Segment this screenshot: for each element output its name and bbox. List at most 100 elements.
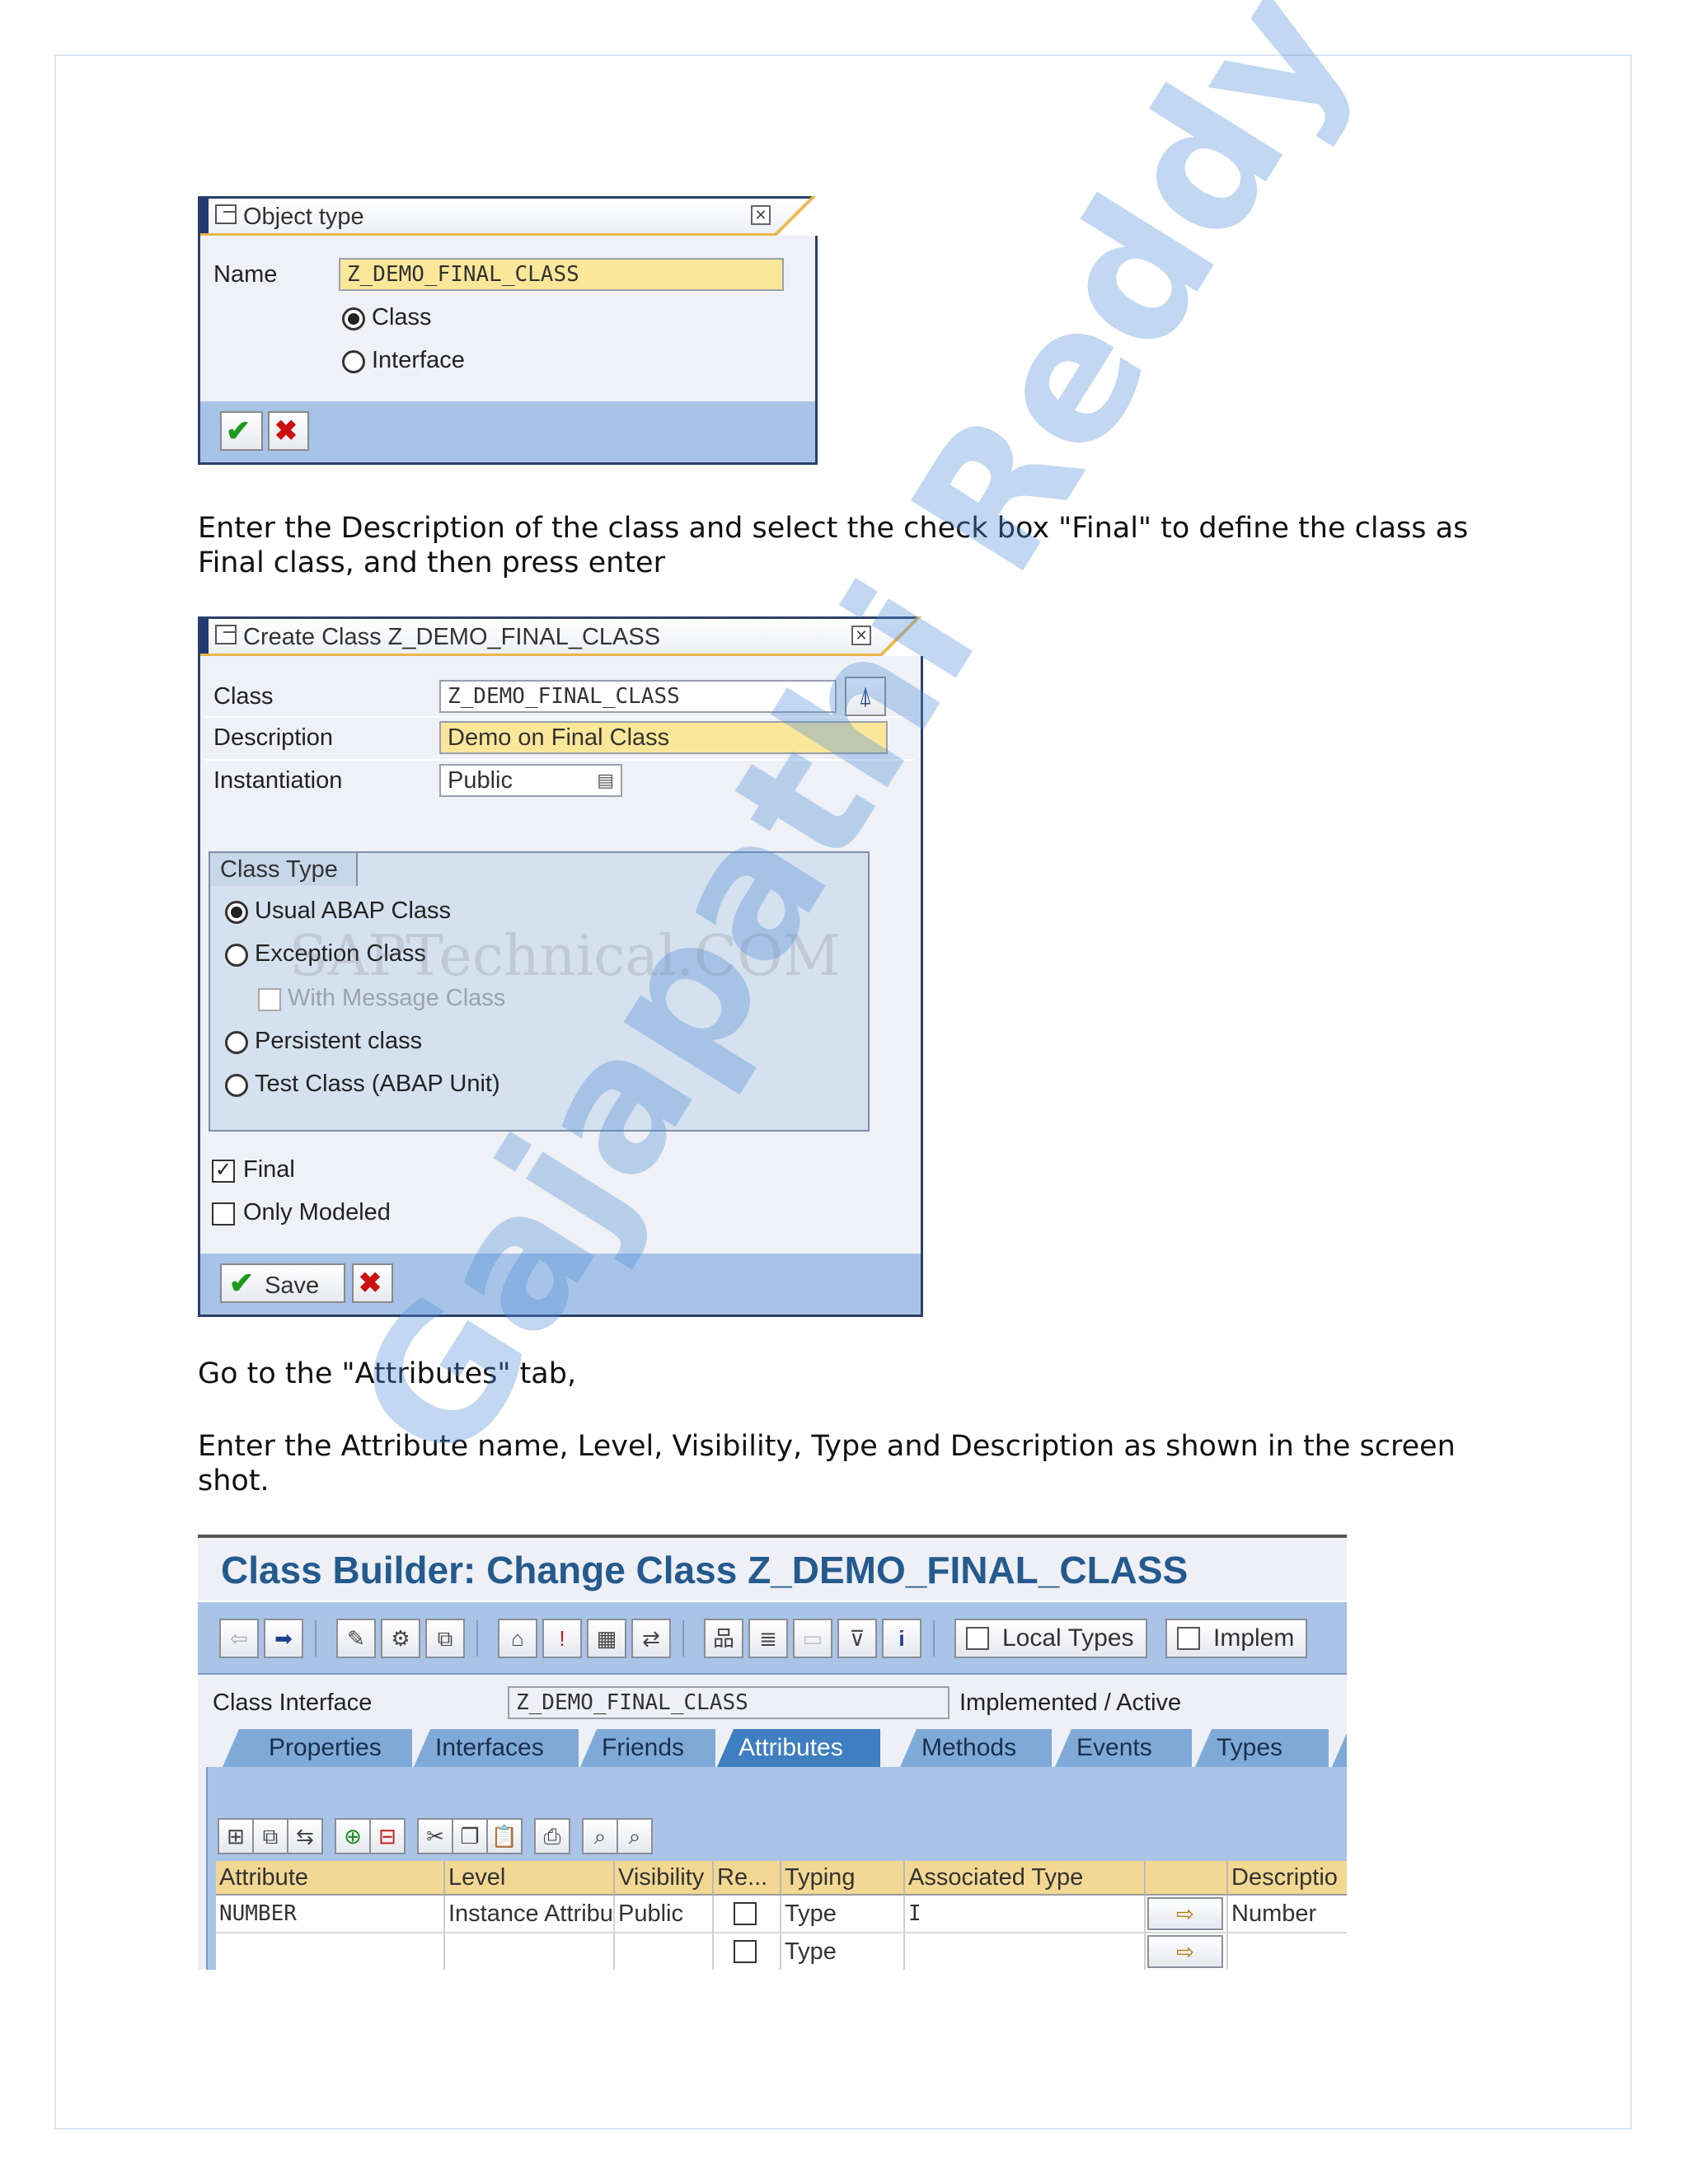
table-cell[interactable]: ⇨: [1146, 1896, 1228, 1933]
info-marker-icon[interactable]: !: [542, 1619, 582, 1658]
paste-icon[interactable]: 📋: [486, 1818, 523, 1854]
display-change-icon[interactable]: ✎: [336, 1619, 376, 1658]
dialog-title: Create Class Z_DEMO_FINAL_CLASS: [243, 624, 661, 650]
dialog-window-icon: [215, 204, 237, 224]
class-radio-label: Class: [372, 304, 432, 330]
column-header[interactable]: Descriptio: [1228, 1861, 1347, 1896]
class-interface-input[interactable]: Z_DEMO_FINAL_CLASS: [508, 1686, 950, 1719]
table-cell[interactable]: Type: [781, 1896, 905, 1933]
filter-icon[interactable]: ⊽: [837, 1619, 877, 1658]
exception-class-radio[interactable]: [225, 944, 248, 967]
cancel-button[interactable]: ✖: [268, 411, 309, 451]
tab-interfaces[interactable]: Interfaces: [414, 1729, 579, 1767]
copy-icon[interactable]: ❐: [452, 1818, 488, 1854]
final-checkbox[interactable]: ✓: [212, 1160, 235, 1183]
class-builder-screen: Class Builder: Change Class Z_DEMO_FINAL…: [198, 1535, 1347, 1970]
copy-row-icon[interactable]: ⧉: [252, 1818, 288, 1854]
test-class-radio[interactable]: [225, 1074, 248, 1097]
table-cell[interactable]: Number: [1228, 1896, 1347, 1933]
table-cell[interactable]: [445, 1933, 615, 1970]
table-cell[interactable]: [615, 1933, 714, 1970]
column-header[interactable]: Visibility: [615, 1861, 714, 1896]
tab-properties[interactable]: Properties: [223, 1729, 412, 1767]
instantiation-label: Instantiation: [213, 767, 343, 794]
where-used-icon[interactable]: ⌂: [498, 1619, 537, 1658]
forward-arrow-icon[interactable]: ➡: [264, 1619, 303, 1658]
interface-radio[interactable]: [342, 350, 365, 373]
display-object-list-icon[interactable]: ▦: [587, 1619, 626, 1658]
column-header[interactable]: Level: [445, 1861, 615, 1896]
confirm-button[interactable]: ✔: [220, 411, 263, 451]
move-icon[interactable]: ⇆: [287, 1818, 323, 1854]
dialog-title: Object type: [243, 204, 364, 230]
class-radio[interactable]: [342, 307, 365, 330]
table-cell[interactable]: Type: [781, 1933, 905, 1970]
class-builder-title: Class Builder: Change Class Z_DEMO_FINAL…: [221, 1549, 1189, 1591]
column-header[interactable]: Associated Type: [905, 1861, 1146, 1896]
arrow-right-icon[interactable]: ⇨: [1147, 1897, 1223, 1930]
cut-icon[interactable]: ✂: [417, 1818, 453, 1854]
blank-disabled-icon[interactable]: ▭: [793, 1619, 832, 1658]
name-input[interactable]: Z_DEMO_FINAL_CLASS: [339, 258, 784, 291]
only-modeled-label: Only Modeled: [243, 1199, 391, 1226]
navigate-icon[interactable]: ⇄: [631, 1619, 671, 1658]
status-text: Implemented / Active: [959, 1690, 1182, 1716]
persistent-class-radio[interactable]: [225, 1031, 248, 1054]
local-types-button[interactable]: Local Types: [954, 1619, 1147, 1658]
insert-row-icon[interactable]: ⊞: [218, 1818, 254, 1854]
table-cell[interactable]: Public: [615, 1896, 714, 1933]
with-message-class-checkbox[interactable]: [258, 988, 281, 1011]
usual-abap-class-label: Usual ABAP Class: [255, 898, 452, 924]
back-arrow-icon[interactable]: ⇦: [219, 1619, 259, 1658]
column-header[interactable]: [1146, 1861, 1228, 1896]
instruction-paragraph-3: Enter the Attribute name, Level, Visibil…: [198, 1430, 1456, 1497]
append-row-icon[interactable]: ⊕: [335, 1818, 371, 1854]
tab-friends[interactable]: Friends: [580, 1729, 715, 1767]
tab-types[interactable]: Types: [1195, 1729, 1329, 1767]
table-cell[interactable]: NUMBER: [216, 1896, 445, 1933]
instantiation-select[interactable]: Public ▤: [439, 764, 622, 797]
hierarchy-icon[interactable]: 品: [704, 1619, 743, 1658]
table-cell[interactable]: Instance Attribu: [445, 1896, 615, 1933]
name-label: Name: [213, 261, 278, 288]
delete-row-icon[interactable]: ⊟: [369, 1818, 406, 1854]
column-header[interactable]: Attribute: [216, 1861, 445, 1896]
object-type-dialog: Object type ✕ Name Z_DEMO_FINAL_CLASS Cl…: [198, 196, 818, 465]
print-icon[interactable]: ⎙: [534, 1818, 570, 1854]
tab-methods[interactable]: Methods: [900, 1729, 1052, 1767]
dialog-footer: ✔ ✖: [200, 401, 815, 462]
arrow-right-icon[interactable]: ⇨: [1147, 1935, 1223, 1968]
column-header[interactable]: Typing: [781, 1861, 905, 1896]
read-only-checkbox[interactable]: [734, 1902, 757, 1925]
table-cell[interactable]: [1228, 1933, 1347, 1970]
implementation-button[interactable]: Implem: [1165, 1619, 1308, 1658]
table-cell[interactable]: [714, 1896, 781, 1933]
table-cell[interactable]: ⇨: [1146, 1933, 1228, 1970]
table-cell[interactable]: I: [905, 1896, 1146, 1933]
find-icon[interactable]: ⌕: [582, 1818, 618, 1854]
class-label: Class: [213, 683, 274, 710]
tab-events[interactable]: Events: [1055, 1729, 1192, 1767]
activate-icon[interactable]: ⧉: [425, 1619, 465, 1658]
checkmark-icon: ✔: [228, 1266, 255, 1300]
checkmark-icon: ✔: [225, 414, 251, 448]
save-button[interactable]: ✔ Save: [220, 1263, 345, 1303]
final-label: Final: [243, 1156, 295, 1183]
tab-attributes[interactable]: Attributes: [717, 1729, 880, 1767]
check-icon[interactable]: ⚙: [381, 1619, 420, 1658]
table-cell[interactable]: [714, 1933, 781, 1970]
read-only-checkbox[interactable]: [734, 1940, 757, 1963]
usual-abap-class-radio[interactable]: [225, 901, 248, 924]
tab-strip: Properties Interfaces Friends Attributes…: [198, 1729, 1347, 1767]
dialog-titlebar: Object type ✕: [200, 196, 818, 236]
table-cell[interactable]: [905, 1933, 1146, 1970]
information-icon[interactable]: i: [882, 1619, 921, 1658]
column-header[interactable]: Re...: [714, 1861, 781, 1896]
find-next-icon[interactable]: ⌕: [617, 1818, 653, 1854]
tab-more[interactable]: [1332, 1729, 1347, 1767]
table-cell[interactable]: [216, 1933, 445, 1970]
only-modeled-checkbox[interactable]: [212, 1202, 235, 1226]
document-icon: [1177, 1627, 1200, 1650]
print-layout-icon[interactable]: ≣: [748, 1619, 788, 1658]
dropdown-icon[interactable]: ▤: [597, 766, 614, 795]
